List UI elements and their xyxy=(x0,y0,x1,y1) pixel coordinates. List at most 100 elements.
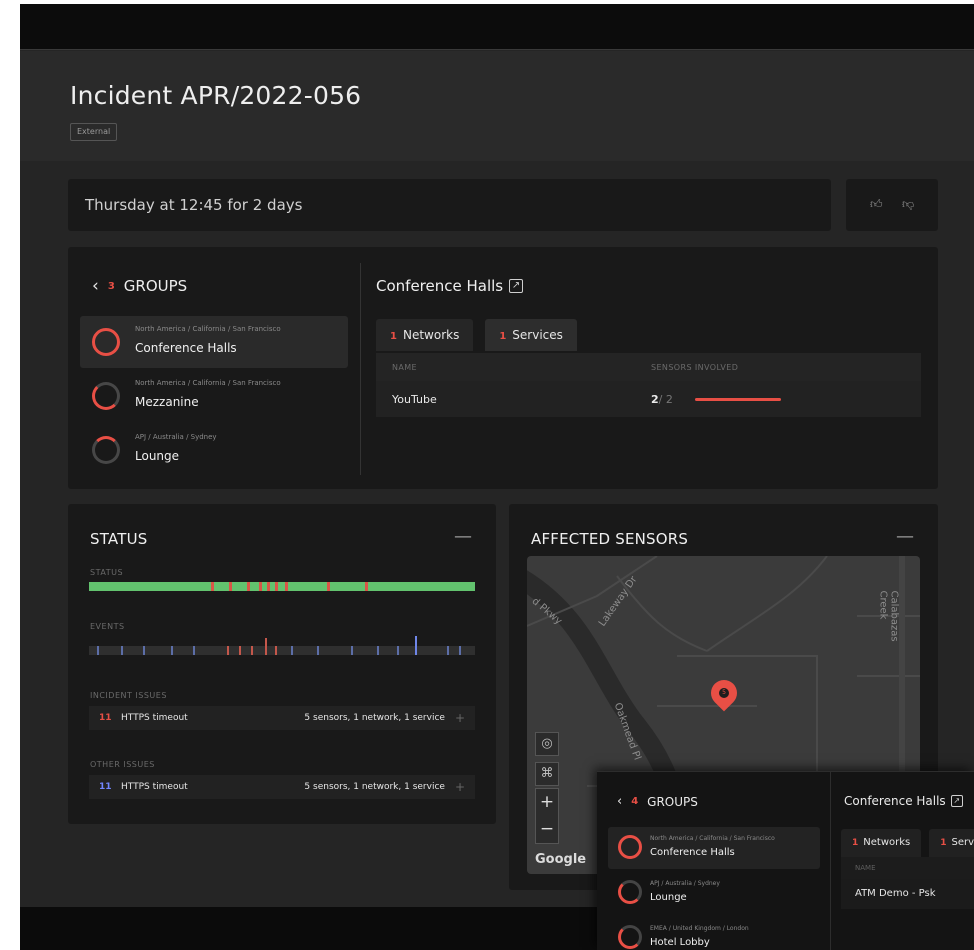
overlay-detail-title: Conference Halls ↗ xyxy=(844,794,963,808)
other-issue-row[interactable]: 11 HTTPS timeout 5 sensors, 1 network, 1… xyxy=(89,775,475,799)
service-name: YouTube xyxy=(392,392,437,406)
locate-icon[interactable]: ◎ xyxy=(535,732,559,756)
group-path: North America / California / San Francis… xyxy=(135,325,281,333)
status-label: STATUS xyxy=(90,568,124,577)
expand-icon[interactable]: + xyxy=(455,780,465,794)
issue-count: 11 xyxy=(99,782,112,792)
map-attribution: Google xyxy=(535,852,587,867)
detail-tabs: 1 Networks 1 Services xyxy=(376,319,577,351)
group-path: APJ / Australia / Sydney xyxy=(135,433,217,441)
table-row[interactable]: ATM Demo - Psk xyxy=(841,879,974,909)
group-item-mezzanine[interactable]: North America / California / San Francis… xyxy=(80,370,348,422)
marker-label: 5 xyxy=(719,688,729,698)
thumbs-up-icon[interactable]: 👍︎ xyxy=(870,197,883,212)
table-header: NAME SENSORS INVOLVED xyxy=(376,353,921,381)
collapse-button[interactable]: — xyxy=(454,526,472,547)
progress-ring-icon xyxy=(92,328,120,356)
group-path: APJ / Australia / Sydney xyxy=(650,880,720,887)
thumbs-down-icon[interactable]: 👎︎ xyxy=(902,197,914,212)
detail-title-text: Conference Halls xyxy=(844,794,946,808)
external-link-icon[interactable]: ↗ xyxy=(950,795,963,807)
group-name: Lounge xyxy=(650,892,687,903)
schedule-text: Thursday at 12:45 for 2 days xyxy=(85,196,303,214)
external-link-icon[interactable]: ↗ xyxy=(509,279,524,293)
column-header-name: NAME xyxy=(841,857,974,879)
progress-ring-icon xyxy=(92,436,120,464)
overlay-groups-header: ‹ 4 GROUPS xyxy=(617,794,698,809)
issue-scope: 5 sensors, 1 network, 1 service xyxy=(304,782,445,792)
tab-count: 1 xyxy=(940,838,947,848)
tab-services[interactable]: 1 Services xyxy=(485,319,577,351)
expand-icon[interactable]: + xyxy=(455,711,465,725)
column-header-name: NAME xyxy=(392,362,418,372)
group-name: Lounge xyxy=(135,449,180,463)
panel-divider xyxy=(360,263,361,475)
incident-tag: External xyxy=(70,123,118,141)
schedule-bar: Thursday at 12:45 for 2 days xyxy=(68,179,831,231)
groups-heading: GROUPS xyxy=(647,794,698,809)
column-header-sensors: SENSORS INVOLVED xyxy=(651,362,739,372)
issue-name: HTTPS timeout xyxy=(121,782,188,792)
overlay-group-item[interactable]: APJ / Australia / Sydney Lounge xyxy=(608,872,820,914)
panel-divider xyxy=(830,772,831,950)
issue-scope: 5 sensors, 1 network, 1 service xyxy=(304,713,445,723)
sensors-count: 2/ 2 xyxy=(651,393,673,406)
sensors-ratio-bar xyxy=(694,397,781,401)
page-title: Incident APR/2022-056 xyxy=(70,81,362,110)
zoom-control: + − xyxy=(535,788,559,844)
zoom-out-button[interactable]: − xyxy=(536,816,558,843)
other-issues-label: OTHER ISSUES xyxy=(90,760,155,769)
groups-count: 3 xyxy=(107,280,115,292)
events-label: EVENTS xyxy=(90,622,125,631)
sensors-title: AFFECTED SENSORS xyxy=(531,530,689,548)
group-item-conference-halls[interactable]: North America / California / San Francis… xyxy=(80,316,348,368)
overlay-groups-preview: ‹ 4 GROUPS North America / California / … xyxy=(597,771,974,950)
layers-icon[interactable]: ⌘ xyxy=(535,762,559,786)
vote-bar: 👍︎ 👎︎ xyxy=(846,179,938,231)
groups-heading: GROUPS xyxy=(123,277,188,295)
incident-issue-row[interactable]: 11 HTTPS timeout 5 sensors, 1 network, 1… xyxy=(89,706,475,730)
chevron-left-icon[interactable]: ‹ xyxy=(92,276,99,296)
services-table: NAME SENSORS INVOLVED YouTube 2/ 2 xyxy=(376,353,921,417)
groups-header: ‹ 3 GROUPS xyxy=(92,275,187,297)
group-name: Hotel Lobby xyxy=(650,937,710,948)
tab-label: Services xyxy=(512,328,563,342)
group-path: North America / California / San Francis… xyxy=(650,835,775,842)
tab-count: 1 xyxy=(390,331,397,342)
street-label: Calabazas Creek xyxy=(877,590,900,642)
table-row[interactable]: YouTube 2/ 2 xyxy=(376,381,921,417)
overlay-table: NAME ATM Demo - Psk xyxy=(841,857,974,909)
tab-networks[interactable]: 1 Networks xyxy=(376,319,474,351)
sensors-involved: 2/ 2 xyxy=(651,393,781,406)
overlay-tabs: 1 Networks 1 Servic xyxy=(841,829,974,857)
status-timeline[interactable] xyxy=(89,582,475,591)
tab-count: 1 xyxy=(499,331,507,342)
detail-title: Conference Halls ↗ xyxy=(376,277,524,295)
events-timeline[interactable] xyxy=(89,636,475,660)
incident-header: Incident APR/2022-056 External xyxy=(20,51,974,161)
tab-label: Networks xyxy=(402,328,460,342)
top-bar xyxy=(20,4,974,50)
tab-services[interactable]: 1 Servic xyxy=(929,829,974,857)
overlay-group-item[interactable]: North America / California / San Francis… xyxy=(608,827,820,869)
zoom-in-button[interactable]: + xyxy=(536,789,558,816)
group-name: Conference Halls xyxy=(650,847,735,858)
group-item-lounge[interactable]: APJ / Australia / Sydney Lounge xyxy=(80,424,348,476)
group-path: North America / California / San Francis… xyxy=(135,379,281,387)
tab-networks[interactable]: 1 Networks xyxy=(841,829,922,857)
status-title: STATUS xyxy=(90,530,148,548)
groups-count: 4 xyxy=(631,796,639,807)
collapse-button[interactable]: — xyxy=(896,526,914,547)
overlay-group-item[interactable]: EMEA / United Kingdom / London Hotel Lob… xyxy=(608,917,820,950)
progress-ring-icon xyxy=(618,925,642,949)
group-path: EMEA / United Kingdom / London xyxy=(650,925,749,932)
progress-ring-icon xyxy=(92,382,120,410)
incident-issues-label: INCIDENT ISSUES xyxy=(90,691,167,700)
sensors-affected: 2 xyxy=(651,392,659,406)
detail-title-text: Conference Halls xyxy=(376,277,504,295)
groups-panel: ‹ 3 GROUPS North America / California / … xyxy=(68,247,938,489)
chevron-left-icon[interactable]: ‹ xyxy=(617,794,622,809)
group-name: Mezzanine xyxy=(135,395,199,409)
group-name: Conference Halls xyxy=(135,341,237,355)
sensors-total: / 2 xyxy=(658,392,673,406)
